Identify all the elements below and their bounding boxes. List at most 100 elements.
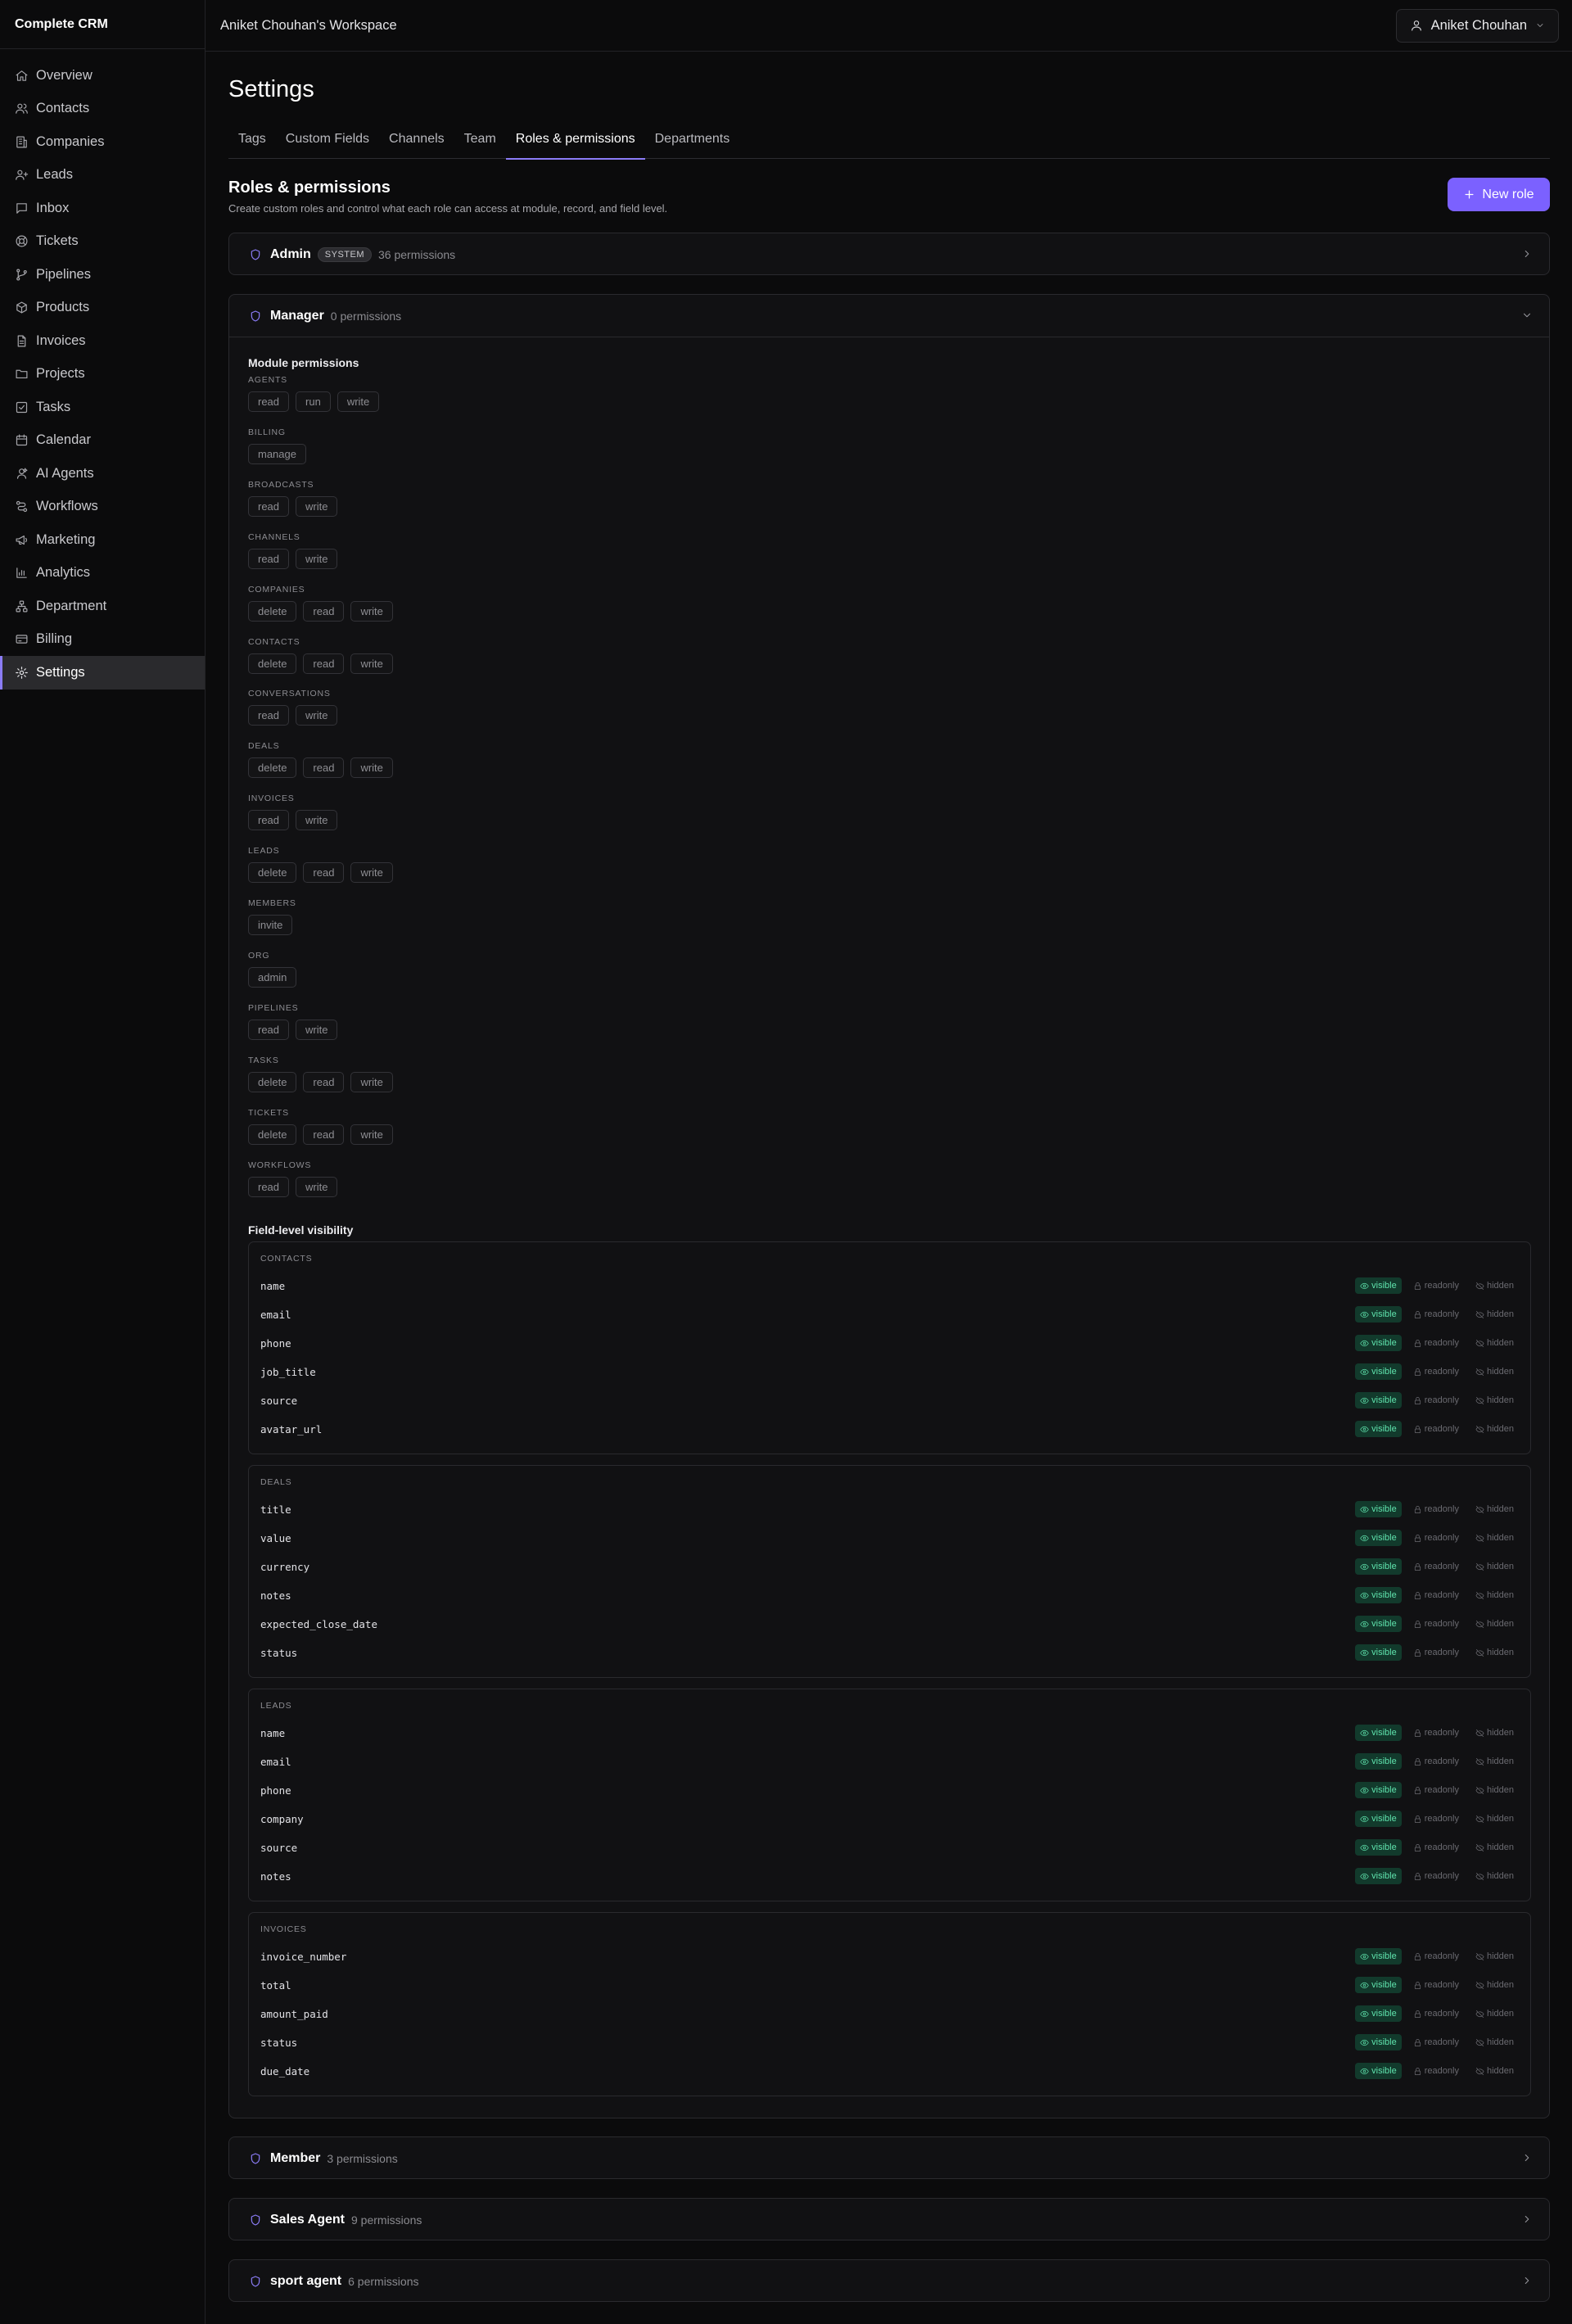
visibility-readonly-button[interactable]: readonly bbox=[1408, 1587, 1464, 1603]
visibility-hidden-button[interactable]: hidden bbox=[1470, 1530, 1519, 1546]
permission-chip[interactable]: run bbox=[296, 391, 331, 412]
permission-chip[interactable]: write bbox=[350, 1124, 393, 1145]
permission-chip[interactable]: read bbox=[303, 653, 345, 674]
tab-custom-fields[interactable]: Custom Fields bbox=[276, 128, 379, 159]
visibility-readonly-button[interactable]: readonly bbox=[1408, 1948, 1464, 1965]
visibility-readonly-button[interactable]: readonly bbox=[1408, 1811, 1464, 1827]
sidebar-item-calendar[interactable]: Calendar bbox=[0, 424, 205, 458]
sidebar-item-leads[interactable]: Leads bbox=[0, 159, 205, 192]
permission-chip[interactable]: admin bbox=[248, 966, 297, 988]
visibility-hidden-button[interactable]: hidden bbox=[1470, 2034, 1519, 2050]
tab-tags[interactable]: Tags bbox=[228, 128, 276, 159]
permission-chip[interactable]: delete bbox=[248, 1124, 297, 1145]
role-header[interactable]: Manager 0 permissions bbox=[229, 295, 1549, 337]
visibility-visible-button[interactable]: visible bbox=[1355, 2034, 1402, 2050]
sidebar-item-department[interactable]: Department bbox=[0, 590, 205, 623]
visibility-visible-button[interactable]: visible bbox=[1355, 1306, 1402, 1323]
permission-chip[interactable]: read bbox=[303, 757, 345, 779]
visibility-visible-button[interactable]: visible bbox=[1355, 1811, 1402, 1827]
visibility-readonly-button[interactable]: readonly bbox=[1408, 1363, 1464, 1380]
visibility-visible-button[interactable]: visible bbox=[1355, 1839, 1402, 1856]
permission-chip[interactable]: write bbox=[350, 862, 393, 884]
visibility-visible-button[interactable]: visible bbox=[1355, 1868, 1402, 1884]
visibility-readonly-button[interactable]: readonly bbox=[1408, 1335, 1464, 1351]
permission-chip[interactable]: read bbox=[248, 391, 290, 412]
visibility-hidden-button[interactable]: hidden bbox=[1470, 1306, 1519, 1323]
visibility-visible-button[interactable]: visible bbox=[1355, 1558, 1402, 1575]
visibility-visible-button[interactable]: visible bbox=[1355, 1501, 1402, 1517]
sidebar-item-overview[interactable]: Overview bbox=[0, 59, 205, 93]
visibility-hidden-button[interactable]: hidden bbox=[1470, 1277, 1519, 1294]
sidebar-item-inbox[interactable]: Inbox bbox=[0, 192, 205, 225]
visibility-visible-button[interactable]: visible bbox=[1355, 1753, 1402, 1770]
permission-chip[interactable]: write bbox=[337, 391, 380, 412]
visibility-visible-button[interactable]: visible bbox=[1355, 1977, 1402, 1993]
permission-chip[interactable]: delete bbox=[248, 1071, 297, 1092]
sidebar-item-billing[interactable]: Billing bbox=[0, 623, 205, 657]
role-header[interactable]: Member 3 permissions bbox=[229, 2137, 1549, 2180]
permission-chip[interactable]: read bbox=[303, 600, 345, 622]
sidebar-item-analytics[interactable]: Analytics bbox=[0, 557, 205, 590]
sidebar-item-contacts[interactable]: Contacts bbox=[0, 93, 205, 126]
visibility-hidden-button[interactable]: hidden bbox=[1470, 1558, 1519, 1575]
visibility-visible-button[interactable]: visible bbox=[1355, 2063, 1402, 2079]
permission-chip[interactable]: write bbox=[296, 1019, 338, 1040]
sidebar-item-tasks[interactable]: Tasks bbox=[0, 391, 205, 424]
sidebar-item-companies[interactable]: Companies bbox=[0, 125, 205, 159]
visibility-hidden-button[interactable]: hidden bbox=[1470, 1811, 1519, 1827]
permission-chip[interactable]: read bbox=[303, 1124, 345, 1145]
visibility-visible-button[interactable]: visible bbox=[1355, 1335, 1402, 1351]
visibility-readonly-button[interactable]: readonly bbox=[1408, 1644, 1464, 1661]
visibility-readonly-button[interactable]: readonly bbox=[1408, 1306, 1464, 1323]
visibility-readonly-button[interactable]: readonly bbox=[1408, 1782, 1464, 1798]
sidebar-item-ai-agents[interactable]: AI Agents bbox=[0, 457, 205, 491]
permission-chip[interactable]: read bbox=[303, 862, 345, 884]
visibility-hidden-button[interactable]: hidden bbox=[1470, 2063, 1519, 2079]
permission-chip[interactable]: write bbox=[296, 548, 338, 569]
permission-chip[interactable]: write bbox=[350, 1071, 393, 1092]
permission-chip[interactable]: delete bbox=[248, 862, 297, 884]
permission-chip[interactable]: manage bbox=[248, 443, 306, 464]
visibility-hidden-button[interactable]: hidden bbox=[1470, 1753, 1519, 1770]
permission-chip[interactable]: write bbox=[350, 757, 393, 779]
visibility-visible-button[interactable]: visible bbox=[1355, 1782, 1402, 1798]
visibility-readonly-button[interactable]: readonly bbox=[1408, 1392, 1464, 1408]
permission-chip[interactable]: delete bbox=[248, 600, 297, 622]
visibility-visible-button[interactable]: visible bbox=[1355, 1363, 1402, 1380]
permission-chip[interactable]: invite bbox=[248, 915, 293, 935]
visibility-readonly-button[interactable]: readonly bbox=[1408, 1277, 1464, 1294]
visibility-visible-button[interactable]: visible bbox=[1355, 1644, 1402, 1661]
sidebar-item-marketing[interactable]: Marketing bbox=[0, 523, 205, 557]
user-menu-button[interactable]: Aniket Chouhan bbox=[1395, 8, 1559, 43]
visibility-hidden-button[interactable]: hidden bbox=[1470, 1782, 1519, 1798]
permission-chip[interactable]: write bbox=[296, 810, 338, 831]
permission-chip[interactable]: write bbox=[350, 600, 393, 622]
visibility-hidden-button[interactable]: hidden bbox=[1470, 1587, 1519, 1603]
visibility-readonly-button[interactable]: readonly bbox=[1408, 1725, 1464, 1741]
visibility-readonly-button[interactable]: readonly bbox=[1408, 1977, 1464, 1993]
visibility-hidden-button[interactable]: hidden bbox=[1470, 1644, 1519, 1661]
visibility-readonly-button[interactable]: readonly bbox=[1408, 2063, 1464, 2079]
permission-chip[interactable]: delete bbox=[248, 653, 297, 674]
sidebar-item-pipelines[interactable]: Pipelines bbox=[0, 258, 205, 292]
visibility-hidden-button[interactable]: hidden bbox=[1470, 1948, 1519, 1965]
permission-chip[interactable]: write bbox=[296, 1176, 338, 1197]
visibility-readonly-button[interactable]: readonly bbox=[1408, 1530, 1464, 1546]
permission-chip[interactable]: write bbox=[350, 653, 393, 674]
visibility-hidden-button[interactable]: hidden bbox=[1470, 2005, 1519, 2022]
permission-chip[interactable]: read bbox=[248, 705, 290, 726]
visibility-visible-button[interactable]: visible bbox=[1355, 1948, 1402, 1965]
permission-chip[interactable]: write bbox=[296, 705, 338, 726]
sidebar-item-tickets[interactable]: Tickets bbox=[0, 225, 205, 259]
permission-chip[interactable]: read bbox=[303, 1071, 345, 1092]
sidebar-item-products[interactable]: Products bbox=[0, 292, 205, 325]
permission-chip[interactable]: read bbox=[248, 1176, 290, 1197]
visibility-visible-button[interactable]: visible bbox=[1355, 1392, 1402, 1408]
sidebar-item-workflows[interactable]: Workflows bbox=[0, 491, 205, 524]
visibility-hidden-button[interactable]: hidden bbox=[1470, 1616, 1519, 1632]
new-role-button[interactable]: New role bbox=[1448, 178, 1550, 211]
visibility-readonly-button[interactable]: readonly bbox=[1408, 2005, 1464, 2022]
visibility-hidden-button[interactable]: hidden bbox=[1470, 1725, 1519, 1741]
tab-channels[interactable]: Channels bbox=[379, 128, 454, 159]
visibility-visible-button[interactable]: visible bbox=[1355, 1421, 1402, 1437]
